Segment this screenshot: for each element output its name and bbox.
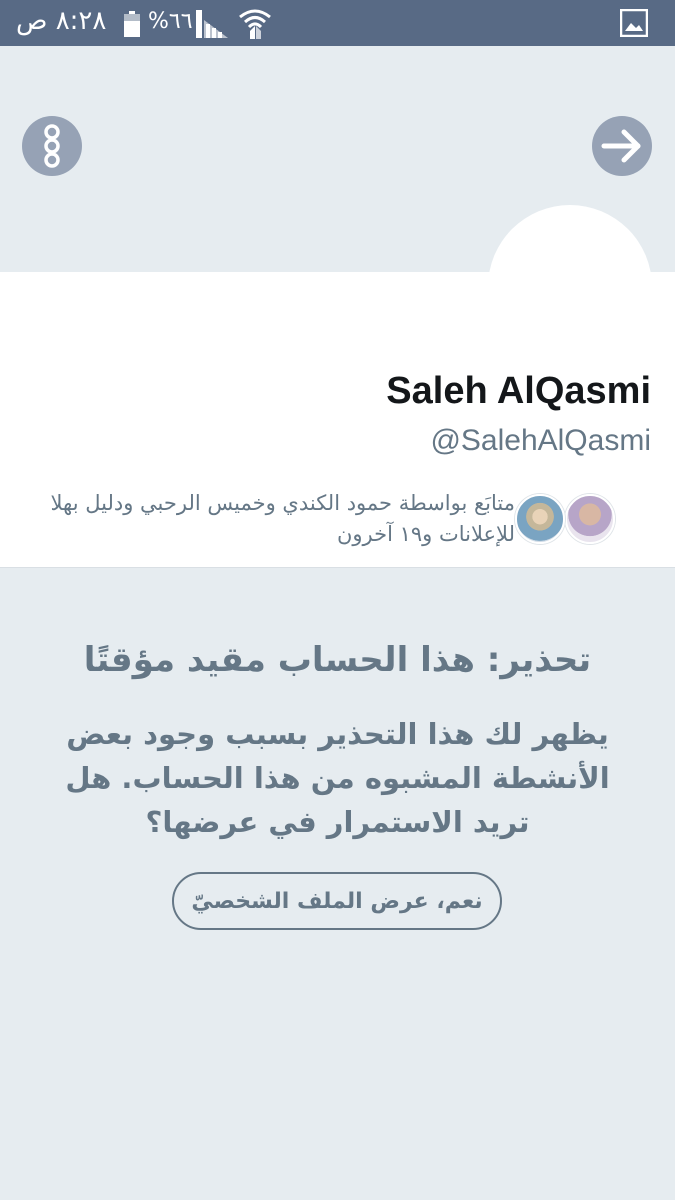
follower-avatar [565, 494, 615, 544]
battery-percentage: %٦٦ [148, 9, 193, 34]
warning-title: تحذير: هذا الحساب مقيد مؤقتًا [83, 640, 592, 680]
display-name: Saleh AlQasmi [386, 370, 651, 412]
followed-by-row[interactable]: متابَع بواسطة حمود الكندي وخميس الرحبي و… [15, 488, 615, 554]
wifi-icon [239, 9, 271, 39]
arrow-right-icon [601, 129, 641, 163]
follower-avatar [515, 494, 565, 544]
status-time: ٨:٢٨ ص [16, 6, 107, 36]
status-bar: ٨:٢٨ ص %٦٦ [0, 0, 675, 46]
more-vertical-icon [44, 124, 60, 168]
followed-by-text: متابَع بواسطة حمود الكندي وخميس الرحبي و… [50, 491, 516, 546]
forward-button[interactable] [592, 116, 652, 176]
battery-icon [124, 11, 140, 37]
restricted-account-warning: تحذير: هذا الحساب مقيد مؤقتًا يظهر لك هذ… [0, 568, 675, 1200]
view-profile-button[interactable]: نعم، عرض الملف الشخصيّ [172, 872, 502, 930]
signal-icon [196, 10, 228, 38]
profile-avatar[interactable] [488, 205, 652, 369]
gallery-icon [620, 9, 648, 37]
profile-handle: @SalehAlQasmi [430, 424, 651, 457]
warning-message: يظهر لك هذا التحذير بسبب وجود بعض الأنشط… [65, 717, 610, 839]
more-options-button[interactable] [22, 116, 82, 176]
